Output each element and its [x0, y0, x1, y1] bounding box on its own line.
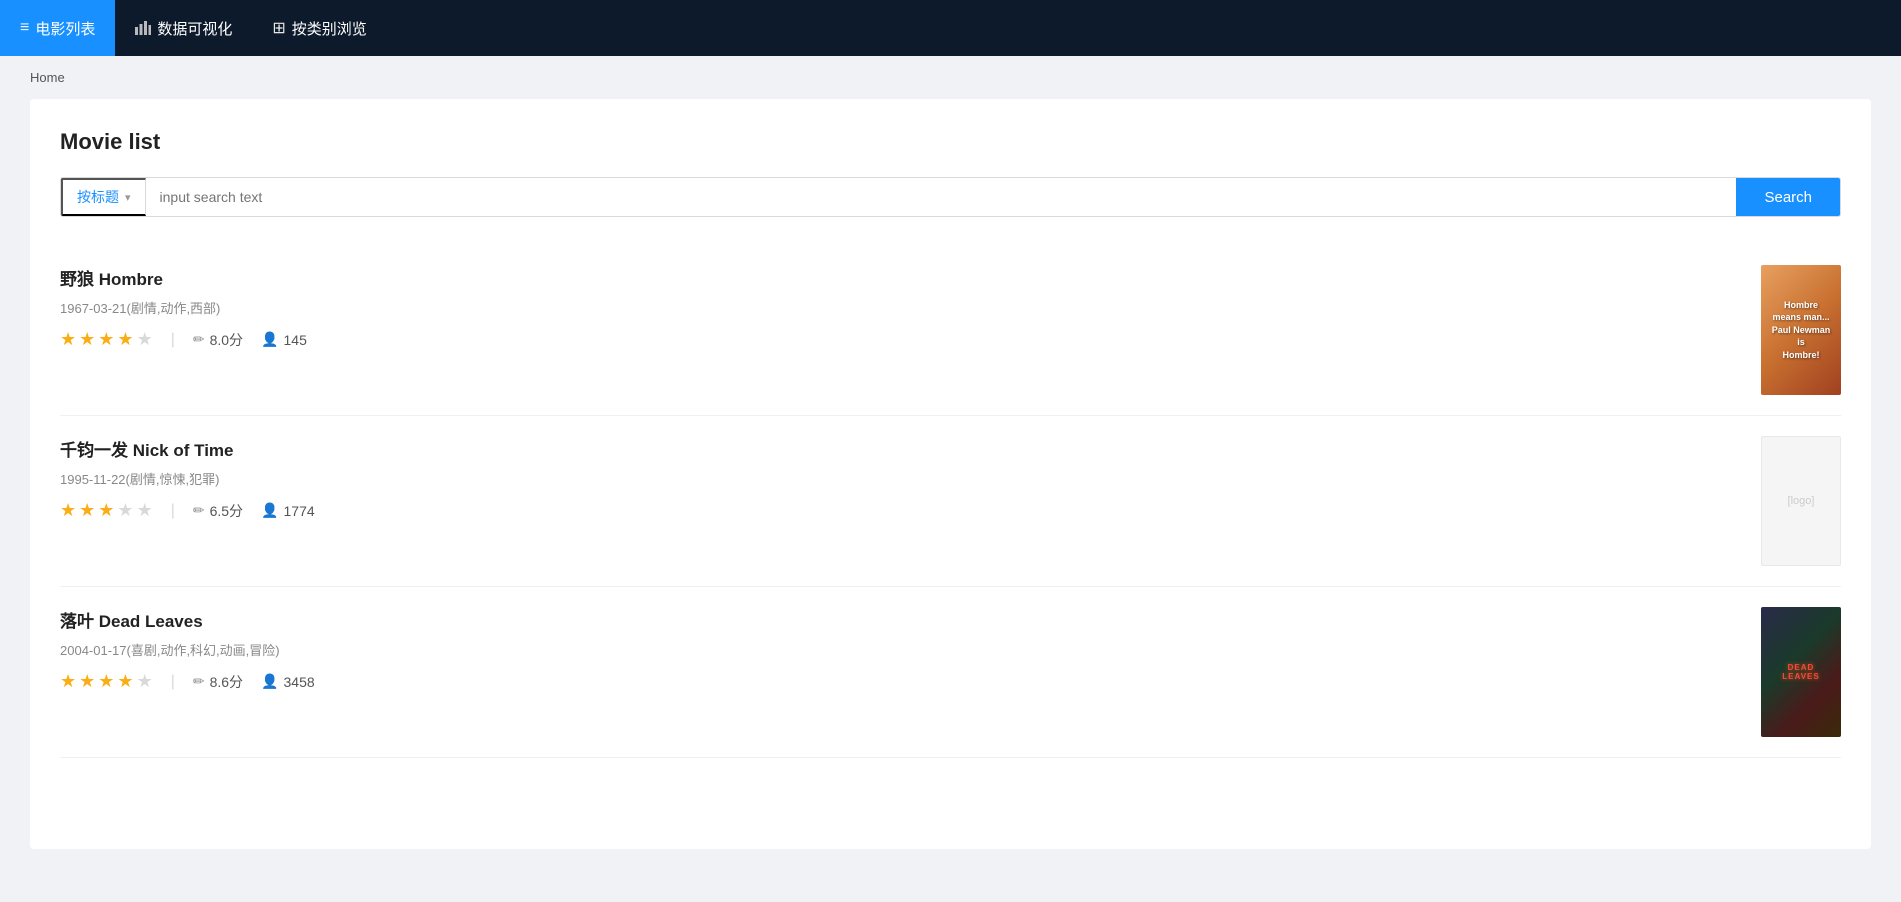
movie-item: 野狼 Hombre 1967-03-21(剧情,动作,西部) ★★★★★ | ✏… [60, 245, 1841, 416]
main-card: Movie list 按标题 ▾ Search 野狼 Hombre 1967-0… [30, 99, 1871, 849]
breadcrumb: Home [0, 56, 1901, 99]
movie-title: 千钧一发 Nick of Time [60, 436, 1741, 461]
star-filled: ★ [79, 671, 95, 692]
movie-list: 野狼 Hombre 1967-03-21(剧情,动作,西部) ★★★★★ | ✏… [60, 245, 1841, 758]
divider: | [171, 673, 175, 691]
search-type-dropdown[interactable]: 按标题 ▾ [61, 178, 146, 216]
navbar: ≡ 电影列表 数据可视化 ⊞ 按类别浏览 [0, 0, 1901, 56]
vote-count: 1774 [284, 503, 315, 519]
star-empty: ★ [137, 329, 153, 350]
star-filled: ★ [98, 329, 114, 350]
user-icon: 👤 [261, 673, 278, 690]
vote-area: 👤 1774 [261, 502, 315, 519]
star-filled: ★ [60, 329, 76, 350]
user-icon: 👤 [261, 502, 278, 519]
movie-poster: Hombremeans man...Paul Newman isHombre! [1761, 265, 1841, 395]
edit-icon: ✏ [193, 331, 205, 348]
star-empty: ★ [137, 671, 153, 692]
chart-icon [135, 19, 151, 37]
star-rating: ★★★★★ [60, 329, 153, 350]
page-title: Movie list [60, 129, 1841, 155]
star-filled: ★ [79, 329, 95, 350]
edit-icon: ✏ [193, 502, 205, 519]
movie-meta: 1967-03-21(剧情,动作,西部) [60, 298, 1741, 317]
nav-item-data-viz[interactable]: 数据可视化 [115, 0, 252, 56]
nav-item-movie-list[interactable]: ≡ 电影列表 [0, 0, 115, 56]
movie-info: 千钧一发 Nick of Time 1995-11-22(剧情,惊悚,犯罪) ★… [60, 436, 1761, 521]
star-filled: ★ [98, 671, 114, 692]
star-rating: ★★★★★ [60, 500, 153, 521]
divider: | [171, 502, 175, 520]
star-filled: ★ [60, 671, 76, 692]
user-icon: 👤 [261, 331, 278, 348]
search-bar: 按标题 ▾ Search [60, 177, 1841, 217]
vote-count: 145 [284, 332, 307, 348]
search-button[interactable]: Search [1736, 178, 1840, 216]
vote-area: 👤 145 [261, 331, 307, 348]
star-filled: ★ [60, 500, 76, 521]
score-area: ✏ 8.0分 [193, 330, 243, 350]
movie-stats: ★★★★★ | ✏ 8.6分 👤 3458 [60, 671, 1741, 692]
score-value: 8.6分 [210, 672, 243, 692]
movie-title: 野狼 Hombre [60, 265, 1741, 290]
nav-label-movie-list: 电影列表 [35, 18, 95, 39]
star-filled: ★ [117, 329, 133, 350]
divider: | [171, 331, 175, 349]
movie-poster: [logo] [1761, 436, 1841, 566]
search-button-label: Search [1764, 189, 1812, 206]
movie-info: 野狼 Hombre 1967-03-21(剧情,动作,西部) ★★★★★ | ✏… [60, 265, 1761, 350]
movie-item: 落叶 Dead Leaves 2004-01-17(喜剧,动作,科幻,动画,冒险… [60, 587, 1841, 758]
nav-label-browse-category: 按类别浏览 [292, 18, 367, 39]
movie-item: 千钧一发 Nick of Time 1995-11-22(剧情,惊悚,犯罪) ★… [60, 416, 1841, 587]
nav-label-data-viz: 数据可视化 [157, 18, 232, 39]
movie-meta: 1995-11-22(剧情,惊悚,犯罪) [60, 469, 1741, 488]
score-value: 8.0分 [210, 330, 243, 350]
vote-area: 👤 3458 [261, 673, 315, 690]
search-input[interactable] [146, 178, 1737, 216]
movie-poster: DEADLEAVES [1761, 607, 1841, 737]
movie-meta: 2004-01-17(喜剧,动作,科幻,动画,冒险) [60, 640, 1741, 659]
star-filled: ★ [98, 500, 114, 521]
vote-count: 3458 [284, 674, 315, 690]
star-empty: ★ [117, 500, 133, 521]
star-rating: ★★★★★ [60, 671, 153, 692]
score-value: 6.5分 [210, 501, 243, 521]
score-area: ✏ 8.6分 [193, 672, 243, 692]
star-filled: ★ [79, 500, 95, 521]
movie-info: 落叶 Dead Leaves 2004-01-17(喜剧,动作,科幻,动画,冒险… [60, 607, 1761, 692]
edit-icon: ✏ [193, 673, 205, 690]
list-icon: ≡ [20, 19, 29, 37]
chevron-down-icon: ▾ [125, 191, 131, 204]
movie-stats: ★★★★★ | ✏ 8.0分 👤 145 [60, 329, 1741, 350]
movie-stats: ★★★★★ | ✏ 6.5分 👤 1774 [60, 500, 1741, 521]
grid-icon: ⊞ [272, 18, 285, 38]
search-type-label: 按标题 [77, 187, 119, 207]
movie-title: 落叶 Dead Leaves [60, 607, 1741, 632]
star-empty: ★ [137, 500, 153, 521]
score-area: ✏ 6.5分 [193, 501, 243, 521]
nav-item-browse-category[interactable]: ⊞ 按类别浏览 [252, 0, 386, 56]
star-filled: ★ [117, 671, 133, 692]
